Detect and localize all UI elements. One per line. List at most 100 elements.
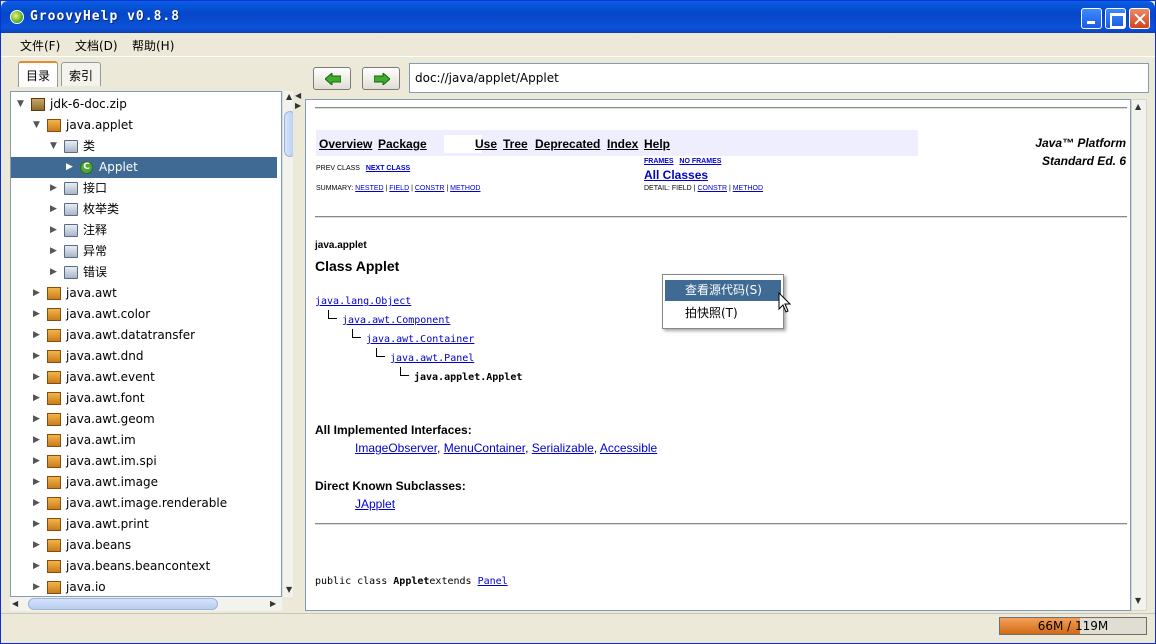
interface-link[interactable]: Accessible xyxy=(600,441,657,455)
nav-package[interactable]: Package xyxy=(378,137,427,151)
close-button[interactable] xyxy=(1129,8,1150,29)
nav-index[interactable]: Index xyxy=(607,137,638,151)
interface-link[interactable]: ImageObserver xyxy=(355,441,437,455)
tree-node[interactable]: ▶ java.awt.image.renderable xyxy=(11,493,277,514)
tree-node[interactable]: ▶ 错误 xyxy=(11,262,277,283)
expand-toggle-icon[interactable]: ▶ xyxy=(33,514,43,535)
tree-node[interactable]: ▶ java.beans.beancontext xyxy=(11,556,277,577)
menu-file[interactable]: 文件(F) xyxy=(20,37,60,54)
no-frames-link[interactable]: NO FRAMES xyxy=(679,158,721,165)
scroll-down-icon[interactable]: ▼ xyxy=(286,585,292,594)
tree-node[interactable]: ▶ java.awt.event xyxy=(11,367,277,388)
inheritance-link[interactable]: java.lang.Object xyxy=(315,296,411,307)
tree-node[interactable]: ▶ java.awt.geom xyxy=(11,409,277,430)
tree-node[interactable]: ▶ java.awt.im.spi xyxy=(11,451,277,472)
next-class-link[interactable]: NEXT CLASS xyxy=(366,165,410,172)
scroll-up-icon[interactable]: ▲ xyxy=(1135,102,1141,111)
nav-help[interactable]: Help xyxy=(644,137,670,151)
scroll-down-icon[interactable]: ▼ xyxy=(1135,596,1141,605)
expand-toggle-icon[interactable]: ▶ xyxy=(33,346,43,367)
decl-superclass-link[interactable]: Panel xyxy=(478,576,508,587)
expand-toggle-icon[interactable]: ▶ xyxy=(33,577,43,596)
panel-splitter[interactable]: ◀ ▶ xyxy=(293,61,303,613)
scroll-right-icon[interactable]: ▶ xyxy=(270,599,276,608)
doc-vertical-scrollbar[interactable]: ▲ ▼ xyxy=(1131,99,1147,611)
expand-toggle-icon[interactable]: ▶ xyxy=(33,430,43,451)
expand-toggle-icon[interactable]: ▶ xyxy=(33,304,43,325)
menu-doc[interactable]: 文档(D) xyxy=(75,37,118,54)
forward-button[interactable] xyxy=(362,67,400,90)
expand-right-icon[interactable]: ▶ xyxy=(295,101,301,110)
scroll-up-icon[interactable]: ▲ xyxy=(286,92,292,101)
address-field[interactable]: doc://java/applet/Applet xyxy=(409,63,1149,93)
minimize-button[interactable] xyxy=(1081,8,1102,29)
tree-node[interactable]: ▼ jdk-6-doc.zip xyxy=(11,94,277,115)
summary-field-link[interactable]: FIELD xyxy=(389,185,409,192)
menu-item-snapshot[interactable]: 拍快照(T) xyxy=(665,303,781,324)
detail-constr-link[interactable]: CONSTR xyxy=(697,185,727,192)
tree-node[interactable]: ▶ 枚举类 xyxy=(11,199,277,220)
scroll-left-icon[interactable]: ◀ xyxy=(12,599,18,608)
interface-link[interactable]: MenuContainer xyxy=(444,441,525,455)
expand-toggle-icon[interactable]: ▶ xyxy=(33,388,43,409)
expand-toggle-icon[interactable]: ▶ xyxy=(33,451,43,472)
tree-node[interactable]: ▶ java.awt.im xyxy=(11,430,277,451)
expand-toggle-icon[interactable]: ▶ xyxy=(33,535,43,556)
memory-indicator[interactable]: 66M / 119M xyxy=(999,617,1147,635)
tree-horizontal-scroll-thumb[interactable] xyxy=(28,598,218,610)
frames-link[interactable]: FRAMES xyxy=(644,158,674,165)
expand-toggle-icon[interactable]: ▶ xyxy=(50,241,60,262)
tree-node[interactable]: ▼ java.applet xyxy=(11,115,277,136)
tree-node[interactable]: ▶ 异常 xyxy=(11,241,277,262)
subclass-link[interactable]: JApplet xyxy=(355,497,395,511)
expand-toggle-icon[interactable]: ▶ xyxy=(50,262,60,283)
expand-toggle-icon[interactable]: ▶ xyxy=(33,283,43,304)
tab-index[interactable]: 索引 xyxy=(61,62,102,86)
expand-toggle-icon[interactable]: ▶ xyxy=(50,199,60,220)
expand-toggle-icon[interactable]: ▶ xyxy=(33,493,43,514)
interface-link[interactable]: Serializable xyxy=(532,441,594,455)
nav-deprecated[interactable]: Deprecated xyxy=(535,137,600,151)
tree-node[interactable]: ▶ java.awt.datatransfer xyxy=(11,325,277,346)
tree-node[interactable]: ▼ 类 xyxy=(11,136,277,157)
tree-node[interactable]: ▶ java.awt.color xyxy=(11,304,277,325)
expand-toggle-icon[interactable]: ▶ xyxy=(33,325,43,346)
title-bar[interactable]: GroovyHelp v0.8.8 xyxy=(1,1,1155,33)
nav-overview[interactable]: Overview xyxy=(319,137,372,151)
menu-item-view-source[interactable]: 查看源代码(S) xyxy=(665,280,781,301)
inheritance-link[interactable]: java.awt.Component xyxy=(342,315,450,326)
collapse-toggle-icon[interactable]: ▼ xyxy=(17,94,27,115)
expand-toggle-icon[interactable]: ▶ xyxy=(33,409,43,430)
tree-node[interactable]: ▶ java.io xyxy=(11,577,277,596)
tree-node[interactable]: ▶ 注释 xyxy=(11,220,277,241)
nav-tree[interactable]: Tree xyxy=(503,137,528,151)
collapse-left-icon[interactable]: ◀ xyxy=(295,91,301,100)
back-button[interactable] xyxy=(313,67,351,90)
tree-node[interactable]: ▶ 接口 xyxy=(11,178,277,199)
detail-method-link[interactable]: METHOD xyxy=(733,185,763,192)
collapse-toggle-icon[interactable]: ▼ xyxy=(50,136,60,157)
tab-toc[interactable]: 目录 xyxy=(18,61,59,87)
expand-toggle-icon[interactable]: ▶ xyxy=(50,220,60,241)
tree-node[interactable]: ▶ java.awt.dnd xyxy=(11,346,277,367)
expand-toggle-icon[interactable]: ▶ xyxy=(33,367,43,388)
tree-node[interactable]: ▶ java.awt.font xyxy=(11,388,277,409)
expand-toggle-icon[interactable]: ▶ xyxy=(50,178,60,199)
tree-horizontal-scrollbar[interactable]: ◀ ▶ xyxy=(10,597,282,611)
summary-nested-link[interactable]: NESTED xyxy=(355,185,383,192)
expand-toggle-icon[interactable]: ▶ xyxy=(33,556,43,577)
inheritance-link[interactable]: java.awt.Container xyxy=(366,334,474,345)
menu-help[interactable]: 帮助(H) xyxy=(132,37,174,54)
inheritance-link[interactable]: java.awt.Panel xyxy=(390,353,474,364)
all-classes-link[interactable]: All Classes xyxy=(644,168,708,182)
nav-use[interactable]: Use xyxy=(475,137,497,151)
tree-node[interactable]: ▶ C Applet xyxy=(11,157,277,178)
expand-toggle-icon[interactable]: ▶ xyxy=(33,472,43,493)
collapse-toggle-icon[interactable]: ▼ xyxy=(33,115,43,136)
expand-toggle-icon[interactable]: ▶ xyxy=(66,157,76,178)
maximize-button[interactable] xyxy=(1105,8,1126,29)
tree-node[interactable]: ▶ java.awt.print xyxy=(11,514,277,535)
summary-constr-link[interactable]: CONSTR xyxy=(415,185,445,192)
tree-node[interactable]: ▶ java.beans xyxy=(11,535,277,556)
tree-node[interactable]: ▶ java.awt.image xyxy=(11,472,277,493)
